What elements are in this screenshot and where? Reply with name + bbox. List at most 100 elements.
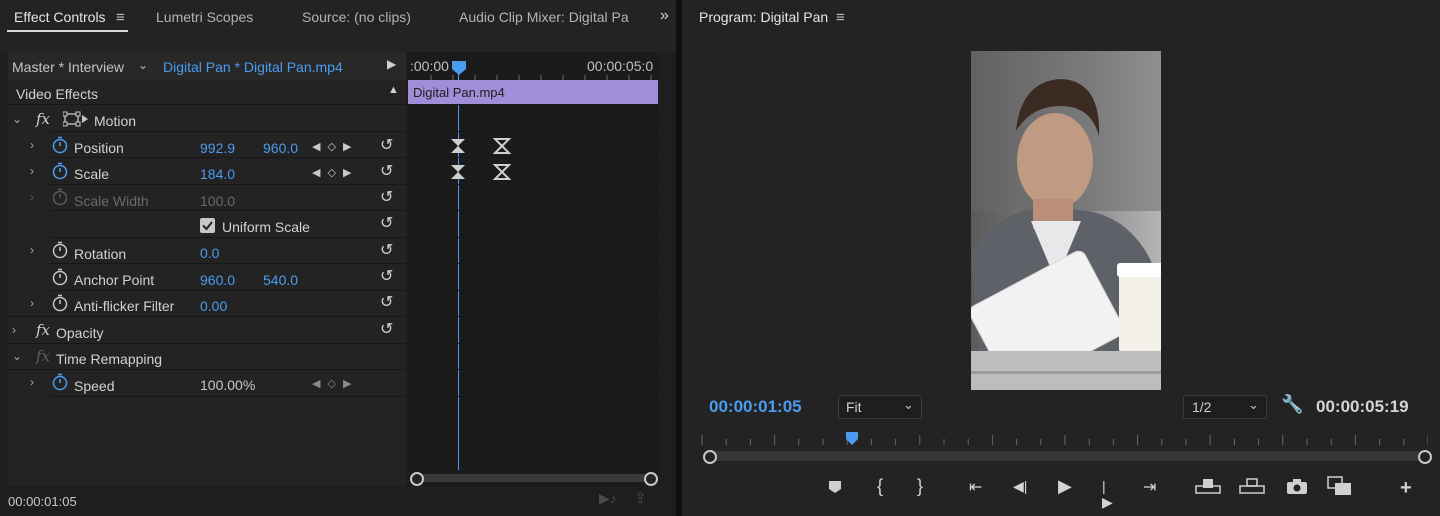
speed-stopwatch-icon[interactable] xyxy=(51,373,69,391)
step-forward-icon[interactable]: |▶ xyxy=(1102,478,1113,511)
video-preview-image xyxy=(971,51,1161,390)
row-divider xyxy=(8,104,658,105)
timeline-zoom-scrollbar[interactable] xyxy=(414,474,650,482)
go-to-in-icon[interactable]: ⇤ xyxy=(969,477,982,497)
position-y-value[interactable]: 960.0 xyxy=(263,140,298,156)
uniform-scale-label: Uniform Scale xyxy=(222,219,310,235)
checkmark-icon xyxy=(202,221,213,231)
time-remapping-label: Time Remapping xyxy=(56,351,163,367)
ruler-ticks xyxy=(430,75,652,80)
button-editor-plus-icon[interactable]: + xyxy=(1400,477,1412,500)
opacity-fx-badge-icon[interactable]: fx xyxy=(36,321,50,339)
effect-controls-timecode[interactable]: 00:00:01:05 xyxy=(8,494,77,509)
more-tabs-chevron-icon[interactable]: » xyxy=(660,7,669,25)
position-stopwatch-icon[interactable] xyxy=(51,136,69,154)
collapse-up-icon[interactable]: ▲ xyxy=(388,84,399,96)
program-zoom-handle-right[interactable] xyxy=(1418,450,1432,464)
scale-keyframe-nav[interactable]: ◀ ◇ ▶ xyxy=(312,166,354,179)
program-zoom-handle-left[interactable] xyxy=(703,450,717,464)
tab-effect-controls[interactable]: Effect Controls xyxy=(14,9,106,25)
anti-flicker-label: Anti-flicker Filter xyxy=(74,298,175,314)
program-monitor-title[interactable]: Program: Digital Pan xyxy=(699,9,828,25)
clip-bar-label: Digital Pan.mp4 xyxy=(413,85,505,100)
program-time-ruler[interactable] xyxy=(700,432,1428,446)
anchor-point-y-value[interactable]: 540.0 xyxy=(263,272,298,288)
toggle-timeline-arrow-icon[interactable]: ▶ xyxy=(387,57,396,71)
transform-handles-icon[interactable] xyxy=(63,111,89,127)
scale-width-expand-chevron-icon: › xyxy=(30,190,34,204)
scale-width-stopwatch-icon xyxy=(52,188,68,206)
anti-flicker-value[interactable]: 0.00 xyxy=(200,298,227,314)
position-reset-icon[interactable]: ↺ xyxy=(380,135,393,155)
playhead-marker-icon[interactable] xyxy=(451,60,467,76)
scale-stopwatch-icon[interactable] xyxy=(51,162,69,180)
program-current-timecode[interactable]: 00:00:01:05 xyxy=(709,397,802,417)
rotation-expand-chevron-icon[interactable]: › xyxy=(30,243,34,257)
clip-bar[interactable]: Digital Pan.mp4 xyxy=(408,80,658,104)
program-video-frame[interactable] xyxy=(971,51,1161,390)
master-clip-label[interactable]: Master * Interview xyxy=(12,59,124,75)
opacity-expand-chevron-icon[interactable]: › xyxy=(12,323,16,337)
row-divider xyxy=(50,263,658,264)
extract-icon[interactable] xyxy=(1239,477,1265,495)
program-zoom-scrollbar[interactable] xyxy=(712,451,1424,461)
position-expand-chevron-icon[interactable]: › xyxy=(30,138,34,152)
speed-value[interactable]: 100.00% xyxy=(200,377,255,393)
sequence-clip-label[interactable]: Digital Pan * Digital Pan.mp4 xyxy=(163,59,343,75)
playback-resolution-value: 1/2 xyxy=(1192,399,1212,415)
rotation-value[interactable]: 0.0 xyxy=(200,245,219,261)
anchor-point-x-value[interactable]: 960.0 xyxy=(200,272,235,288)
uniform-scale-checkbox[interactable] xyxy=(200,218,215,233)
program-menu-icon[interactable]: ≡ xyxy=(836,9,845,26)
zoom-level-value: Fit xyxy=(846,399,862,415)
zoom-handle-left[interactable] xyxy=(410,472,424,486)
uniform-scale-reset-icon[interactable]: ↺ xyxy=(380,213,393,233)
position-keyframe-nav[interactable]: ◀ ◇ ▶ xyxy=(312,140,354,153)
tab-source[interactable]: Source: (no clips) xyxy=(302,9,411,25)
play-audio-icon: ▶♪ xyxy=(599,490,617,506)
playback-resolution-dropdown[interactable]: 1/2 ⌄ xyxy=(1183,395,1267,419)
anchor-point-stopwatch-icon[interactable] xyxy=(51,268,69,286)
scale-expand-chevron-icon[interactable]: › xyxy=(30,164,34,178)
settings-wrench-icon[interactable]: 🔧 xyxy=(1281,394,1303,415)
tab-audio-clip-mixer[interactable]: Audio Clip Mixer: Digital Pa xyxy=(459,9,631,25)
time-remapping-expand-chevron-icon[interactable]: ⌄ xyxy=(12,349,22,363)
zoom-handle-right[interactable] xyxy=(644,472,658,486)
opacity-reset-icon[interactable]: ↺ xyxy=(380,319,393,339)
keyframe-marker-icon xyxy=(492,138,512,154)
panel-menu-icon[interactable]: ≡ xyxy=(116,9,125,26)
rotation-stopwatch-icon[interactable] xyxy=(51,241,69,259)
anchor-point-reset-icon[interactable]: ↺ xyxy=(380,266,393,286)
speed-keyframe-nav[interactable]: ◀ ◇ ▶ xyxy=(312,377,354,390)
scale-reset-icon[interactable]: ↺ xyxy=(380,161,393,181)
anchor-point-label: Anchor Point xyxy=(74,272,155,288)
motion-expand-chevron-icon[interactable]: ⌄ xyxy=(12,112,22,126)
position-x-value[interactable]: 992.9 xyxy=(200,140,235,156)
scale-width-value: 100.0 xyxy=(200,193,236,209)
zoom-level-dropdown[interactable]: Fit ⌄ xyxy=(838,395,922,419)
lift-icon[interactable] xyxy=(1195,477,1221,495)
comparison-view-icon[interactable] xyxy=(1327,476,1353,496)
anti-flicker-reset-icon[interactable]: ↺ xyxy=(380,292,393,312)
mark-in-icon[interactable]: { xyxy=(877,476,883,497)
play-icon[interactable]: ▶ xyxy=(1058,476,1072,497)
export-frame-camera-icon[interactable] xyxy=(1286,478,1308,494)
timeline-ruler[interactable]: :00:00 00:00:05:0 xyxy=(407,52,658,80)
step-back-icon[interactable]: ◀| xyxy=(1013,478,1027,495)
motion-label: Motion xyxy=(94,113,137,129)
speed-expand-chevron-icon[interactable]: › xyxy=(30,375,34,389)
scale-value[interactable]: 184.0 xyxy=(200,166,235,182)
go-to-out-icon[interactable]: ⇥ xyxy=(1143,477,1156,497)
motion-fx-badge-icon[interactable]: fx xyxy=(36,110,50,128)
scale-width-reset-icon[interactable]: ↺ xyxy=(380,187,393,207)
tab-lumetri-scopes[interactable]: Lumetri Scopes xyxy=(156,9,253,25)
program-playhead-marker-icon[interactable] xyxy=(845,431,859,446)
add-marker-icon[interactable] xyxy=(828,480,842,494)
anti-flicker-stopwatch-icon[interactable] xyxy=(51,294,69,312)
clip-dropdown-chevron-icon[interactable]: ⌄ xyxy=(138,58,148,72)
mark-out-icon[interactable]: } xyxy=(917,476,923,497)
anti-flicker-expand-chevron-icon[interactable]: › xyxy=(30,296,34,310)
rotation-reset-icon[interactable]: ↺ xyxy=(380,240,393,260)
opacity-label: Opacity xyxy=(56,325,104,341)
row-divider xyxy=(50,157,658,158)
